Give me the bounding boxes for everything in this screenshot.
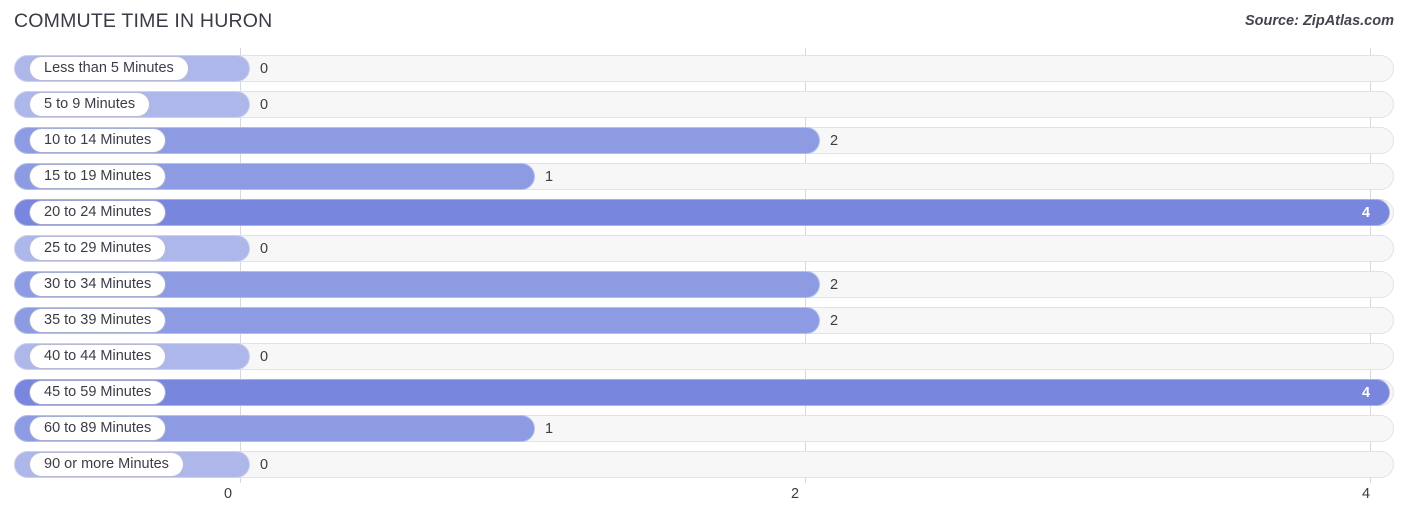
category-label-pill: 90 or more Minutes	[30, 453, 183, 476]
bar-value-label: 1	[545, 420, 554, 437]
category-label: 45 to 59 Minutes	[44, 384, 152, 401]
x-axis-tick-label: 2	[790, 486, 800, 502]
page-title: COMMUTE TIME IN HURON	[14, 10, 273, 32]
category-label: 35 to 39 Minutes	[44, 312, 152, 329]
category-label-pill: 45 to 59 Minutes	[30, 381, 166, 404]
category-label-pill: 60 to 89 Minutes	[30, 417, 166, 440]
category-label: 90 or more Minutes	[44, 456, 169, 473]
category-label-pill: 40 to 44 Minutes	[30, 345, 166, 368]
bar-value-label: 4	[1362, 384, 1371, 401]
bar-value-label: 0	[260, 456, 269, 473]
category-label-pill: 25 to 29 Minutes	[30, 237, 166, 260]
chart-row[interactable]: 5 to 9 Minutes 0	[14, 91, 1394, 118]
category-label: 20 to 24 Minutes	[44, 204, 152, 221]
chart-row[interactable]: 90 or more Minutes 0	[14, 451, 1394, 478]
category-label-pill: 35 to 39 Minutes	[30, 309, 166, 332]
x-axis-tick-label: 4	[1361, 486, 1371, 502]
x-axis: 0 2 4	[0, 486, 1406, 516]
category-label-pill: 30 to 34 Minutes	[30, 273, 166, 296]
chart-row[interactable]: 10 to 14 Minutes 2	[14, 127, 1394, 154]
bar-value-label: 0	[260, 240, 269, 257]
chart-row[interactable]: Less than 5 Minutes 0	[14, 55, 1394, 82]
bar-value-label: 0	[260, 348, 269, 365]
category-label: 10 to 14 Minutes	[44, 132, 152, 149]
bar-value-label: 2	[830, 132, 839, 149]
chart-row[interactable]: 45 to 59 Minutes 4	[14, 379, 1394, 406]
bar-value-label: 4	[1362, 204, 1371, 221]
bar[interactable]	[14, 199, 1390, 226]
plot-area: Less than 5 Minutes 0 5 to 9 Minutes 0 10 to…	[0, 48, 1406, 483]
chart-row[interactable]: 60 to 89 Minutes 1	[14, 415, 1394, 442]
chart-row[interactable]: 20 to 24 Minutes 4	[14, 199, 1394, 226]
category-label: 30 to 34 Minutes	[44, 276, 152, 293]
source-attribution: Source: ZipAtlas.com	[1244, 13, 1394, 29]
category-label: 15 to 19 Minutes	[44, 168, 152, 185]
chart-row[interactable]: 40 to 44 Minutes 0	[14, 343, 1394, 370]
category-label: Less than 5 Minutes	[44, 60, 174, 77]
category-label-pill: 20 to 24 Minutes	[30, 201, 166, 224]
bar-value-label: 0	[260, 96, 269, 113]
category-label-pill: 10 to 14 Minutes	[30, 129, 166, 152]
chart-page: COMMUTE TIME IN HURON Source: ZipAtlas.c…	[0, 0, 1406, 523]
bar-value-label: 0	[260, 60, 269, 77]
category-label: 25 to 29 Minutes	[44, 240, 152, 257]
x-axis-tick-label: 0	[223, 486, 233, 502]
chart-row[interactable]: 15 to 19 Minutes 1	[14, 163, 1394, 190]
bar-value-label: 2	[830, 276, 839, 293]
category-label: 60 to 89 Minutes	[44, 420, 152, 437]
category-label-pill: 5 to 9 Minutes	[30, 93, 150, 116]
chart-row[interactable]: 25 to 29 Minutes 0	[14, 235, 1394, 262]
bar[interactable]	[14, 379, 1390, 406]
category-label: 40 to 44 Minutes	[44, 348, 152, 365]
bar-value-label: 1	[545, 168, 554, 185]
category-label: 5 to 9 Minutes	[44, 96, 136, 113]
bar-value-label: 2	[830, 312, 839, 329]
chart-row[interactable]: 30 to 34 Minutes 2	[14, 271, 1394, 298]
category-label-pill: Less than 5 Minutes	[30, 57, 188, 80]
chart-row[interactable]: 35 to 39 Minutes 2	[14, 307, 1394, 334]
category-label-pill: 15 to 19 Minutes	[30, 165, 166, 188]
